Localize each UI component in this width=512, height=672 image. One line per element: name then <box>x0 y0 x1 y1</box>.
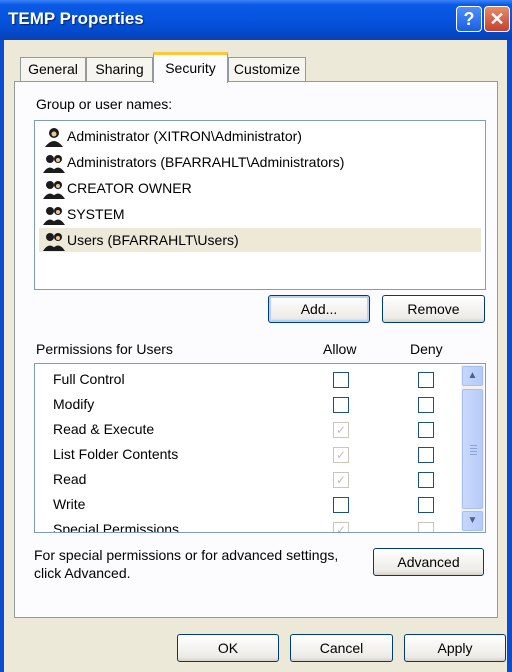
user-list[interactable]: Administrator (XITRON\Administrator) Adm… <box>34 120 486 290</box>
permission-name: Write <box>53 496 86 512</box>
permissions-scrollbar[interactable]: ▲ ▼ <box>461 365 484 531</box>
permission-row: Special Permissions ✓ <box>35 518 460 533</box>
deny-special-permissions-checkbox[interactable] <box>418 522 434 532</box>
user-name: SYSTEM <box>67 206 125 222</box>
allow-full-control-checkbox[interactable] <box>333 372 349 388</box>
permission-name: List Folder Contents <box>53 446 179 462</box>
advanced-help-line: For special permissions or for advanced … <box>34 547 339 563</box>
deny-full-control-checkbox[interactable] <box>418 372 434 388</box>
window-frame-left <box>0 40 4 672</box>
apply-button[interactable]: Apply <box>404 634 506 662</box>
allow-list-folder-contents-checkbox[interactable]: ✓ <box>333 447 349 463</box>
tab-customize[interactable]: Customize <box>228 57 306 81</box>
grip-line <box>470 448 477 449</box>
allow-modify-checkbox[interactable] <box>333 397 349 413</box>
allow-read-checkbox[interactable]: ✓ <box>333 472 349 488</box>
permission-row: Write <box>35 493 460 518</box>
permission-row: List Folder Contents ✓ <box>35 443 460 468</box>
user-name: Administrators (BFARRAHLT\Administrators… <box>67 154 345 170</box>
chevron-down-icon: ▼ <box>467 515 478 526</box>
window-frame-right <box>507 40 512 672</box>
list-item[interactable]: CREATOR OWNER <box>39 176 481 200</box>
ok-button[interactable]: OK <box>177 634 279 662</box>
permission-name: Read <box>53 471 87 487</box>
group-icon <box>43 233 65 252</box>
allow-read-execute-checkbox[interactable]: ✓ <box>333 422 349 438</box>
list-item[interactable]: Administrators (BFARRAHLT\Administrators… <box>39 150 481 174</box>
permission-name: Modify <box>53 396 95 412</box>
list-item[interactable]: SYSTEM <box>39 202 481 226</box>
grip-line <box>470 454 477 455</box>
title-bar[interactable]: TEMP Properties ? ✕ <box>0 0 512 40</box>
remove-button[interactable]: Remove <box>382 295 485 323</box>
scroll-up-button[interactable]: ▲ <box>462 366 483 386</box>
advanced-help-text: For special permissions or for advanced … <box>34 546 338 582</box>
deny-column-header: Deny <box>410 341 443 357</box>
tab-sharing[interactable]: Sharing <box>86 57 153 81</box>
deny-read-checkbox[interactable] <box>418 472 434 488</box>
list-item-selected[interactable]: Users (BFARRAHLT\Users) <box>39 228 481 252</box>
user-name: CREATOR OWNER <box>67 180 192 196</box>
window-title: TEMP Properties <box>8 9 144 28</box>
permission-row: Read ✓ <box>35 468 460 493</box>
permission-name: Full Control <box>53 371 125 387</box>
scroll-down-button[interactable]: ▼ <box>462 511 483 531</box>
list-item[interactable]: Administrator (XITRON\Administrator) <box>39 124 481 148</box>
deny-modify-checkbox[interactable] <box>418 397 434 413</box>
tab-security[interactable]: Security <box>153 52 228 83</box>
permission-name: Special Permissions <box>53 521 180 533</box>
cancel-button[interactable]: Cancel <box>290 634 393 662</box>
close-icon: ✕ <box>489 9 505 29</box>
permission-row: Full Control <box>35 368 460 393</box>
grip-line <box>470 445 477 446</box>
deny-list-folder-contents-checkbox[interactable] <box>418 447 434 463</box>
group-icon <box>43 155 65 174</box>
deny-read-execute-checkbox[interactable] <box>418 422 434 438</box>
allow-column-header: Allow <box>323 341 357 357</box>
help-button[interactable]: ? <box>456 6 482 32</box>
group-icon <box>43 181 65 200</box>
grip-line <box>470 451 477 452</box>
user-icon <box>45 128 63 148</box>
allow-write-checkbox[interactable] <box>333 497 349 513</box>
help-icon: ? <box>463 9 475 29</box>
advanced-button[interactable]: Advanced <box>373 548 484 576</box>
advanced-help-line: click Advanced. <box>34 565 131 581</box>
user-name: Users (BFARRAHLT\Users) <box>67 232 239 248</box>
allow-special-permissions-checkbox[interactable]: ✓ <box>333 522 349 532</box>
permission-row: Read & Execute ✓ <box>35 418 460 443</box>
user-name: Administrator (XITRON\Administrator) <box>67 128 302 144</box>
close-button[interactable]: ✕ <box>484 6 510 32</box>
tab-general[interactable]: General <box>20 57 86 81</box>
scroll-thumb[interactable] <box>462 389 483 509</box>
permissions-list[interactable]: Full Control Modify Read & Execute ✓ Lis… <box>34 363 486 533</box>
add-button[interactable]: Add... <box>268 295 370 323</box>
group-icon <box>43 207 65 226</box>
permissions-label: Permissions for Users <box>36 341 173 357</box>
permission-name: Read & Execute <box>53 421 155 437</box>
chevron-up-icon: ▲ <box>467 370 478 381</box>
permission-row: Modify <box>35 393 460 418</box>
group-or-user-names-label: Group or user names: <box>36 96 173 112</box>
deny-write-checkbox[interactable] <box>418 497 434 513</box>
